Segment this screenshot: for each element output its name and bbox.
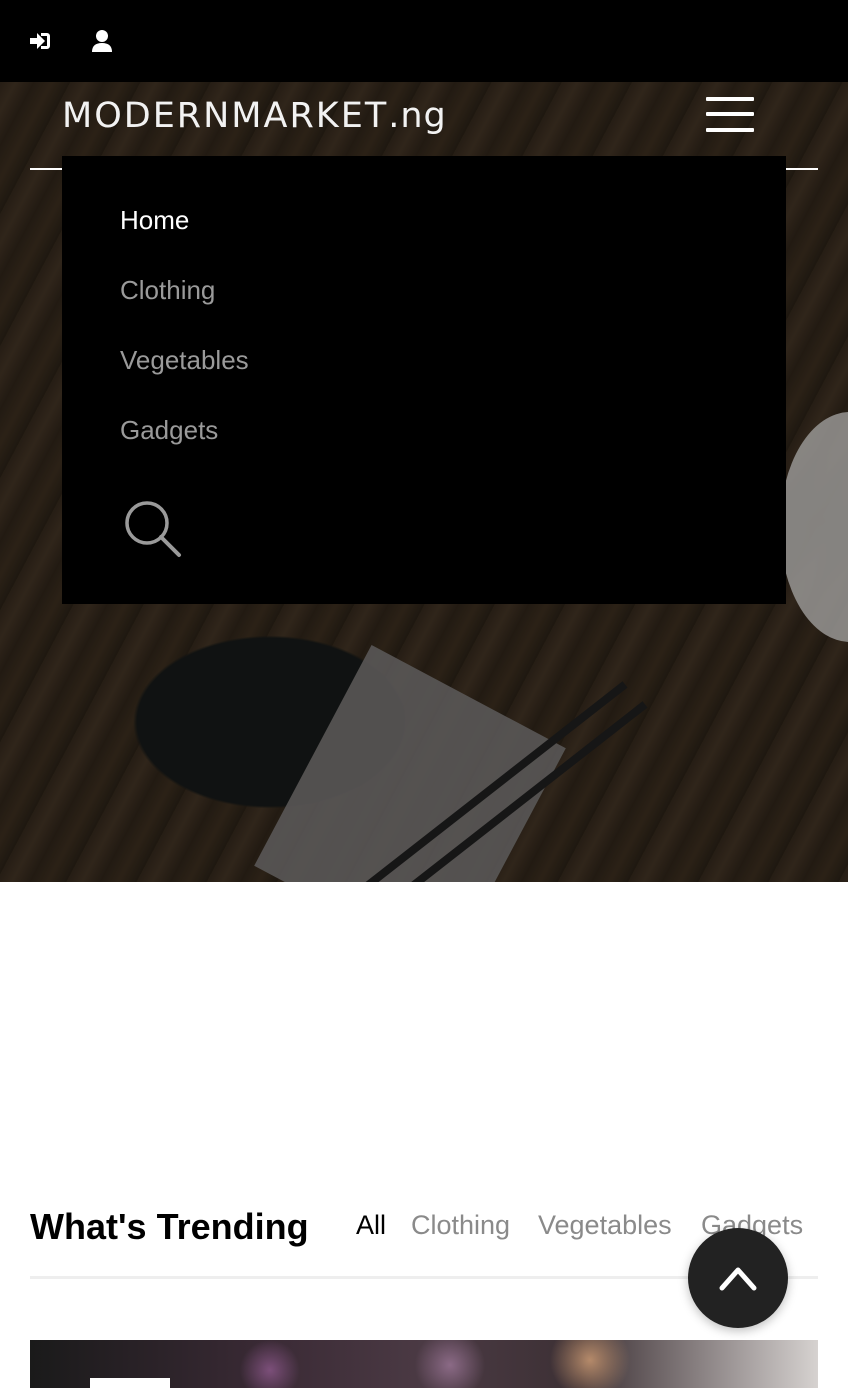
nav-item-home[interactable]: Home [120,205,189,235]
trending-product-image[interactable] [30,1340,818,1388]
nav-dropdown: Home Clothing Vegetables Gadgets [62,156,786,604]
brand-name: MODERNMARKET [62,96,389,136]
hero-bowl-shape [780,412,848,642]
brand-tld: .ng [388,96,447,136]
product-badge [90,1378,170,1388]
header-divider-right [786,168,818,170]
hamburger-menu-icon[interactable] [706,97,754,135]
nav-item-vegetables[interactable]: Vegetables [120,345,249,375]
user-icon[interactable] [89,28,115,54]
brand-logo[interactable]: MODERNMARKET.ng [62,96,447,136]
hero-chopstick-shape [362,681,628,882]
hero-napkin-shape [254,644,566,882]
filter-clothing[interactable]: Clothing [411,1208,510,1242]
trending-title: What's Trending [30,1206,309,1247]
hero-chopstick-shape [382,701,648,882]
sign-in-icon[interactable] [27,28,53,54]
header-divider-left [30,168,64,170]
chevron-up-icon [719,1267,757,1291]
scroll-to-top-button[interactable] [688,1228,788,1328]
filter-all[interactable]: All [356,1208,386,1242]
search-icon[interactable] [122,498,182,558]
nav-item-gadgets[interactable]: Gadgets [120,415,218,445]
filter-vegetables[interactable]: Vegetables [538,1208,672,1242]
top-bar [0,0,848,82]
nav-item-clothing[interactable]: Clothing [120,275,215,305]
